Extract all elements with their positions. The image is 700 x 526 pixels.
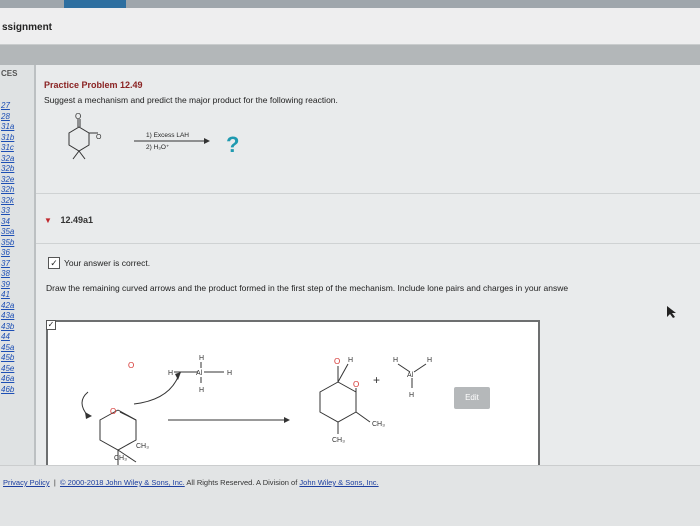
sidebar-item-35b[interactable]: 35b bbox=[1, 238, 14, 249]
sidebar-item-34[interactable]: 34 bbox=[1, 217, 14, 228]
sidebar-item-43b[interactable]: 43b bbox=[1, 322, 14, 333]
alh3-h-right: H bbox=[427, 357, 432, 364]
edit-button[interactable]: Edit bbox=[454, 387, 490, 409]
instructions-text: Draw the remaining curved arrows and the… bbox=[46, 283, 569, 293]
reagent-2: 2) H₃O⁺ bbox=[146, 144, 169, 151]
sidebar-item-32h[interactable]: 32h bbox=[1, 185, 14, 196]
product-ring-o: O bbox=[353, 380, 359, 389]
sidebar-item-44[interactable]: 44 bbox=[1, 332, 14, 343]
section-divider bbox=[36, 193, 700, 194]
sidebar-item-32a[interactable]: 32a bbox=[1, 154, 14, 165]
collapse-triangle-icon[interactable]: ▼ bbox=[44, 216, 52, 225]
reaction-scheme: O O 1) Excess LAH 2) H₃O⁺ ? bbox=[68, 112, 239, 160]
section-divider bbox=[36, 243, 700, 244]
company-link[interactable]: John Wiley & Sons, Inc. bbox=[299, 478, 378, 487]
alh3-h-bottom: H bbox=[409, 392, 414, 399]
product-o: O bbox=[334, 357, 340, 366]
ester-o: O bbox=[96, 134, 102, 141]
mouse-cursor-icon bbox=[667, 306, 676, 318]
unknown-product: ? bbox=[226, 132, 239, 157]
copyright-link[interactable]: © 2000-2018 John Wiley & Sons, Inc. bbox=[60, 478, 185, 487]
rights-text: All Rights Reserved. A Division of bbox=[186, 478, 298, 487]
correct-status: ✓ Your answer is correct. bbox=[48, 257, 150, 269]
assignment-title-bar: ssignment bbox=[0, 8, 700, 45]
sidebar-item-45a[interactable]: 45a bbox=[1, 343, 14, 354]
sidebar-item-33[interactable]: 33 bbox=[1, 206, 14, 217]
sidebar-item-31b[interactable]: 31b bbox=[1, 133, 14, 144]
canvas-corner-checkbox-icon[interactable]: ✓ bbox=[46, 320, 56, 330]
alh4-al: Al bbox=[196, 370, 203, 377]
problem-content: Practice Problem 12.49 Suggest a mechani… bbox=[36, 65, 700, 469]
sidebar-item-41[interactable]: 41 bbox=[1, 290, 14, 301]
sidebar-item-32b[interactable]: 32b bbox=[1, 164, 14, 175]
product-ch3-b: CH₃ bbox=[332, 437, 345, 444]
sidebar-list: 27 28 31a 31b 31c 32a 32b 32e 32h 32k 33 34 35a 35b 36… bbox=[1, 101, 14, 395]
sidebar-item-45b[interactable]: 45b bbox=[1, 353, 14, 364]
sidebar-header: CES bbox=[1, 69, 18, 78]
left-o-minus: O bbox=[128, 361, 134, 370]
question-sidebar: CES 27 28 31a 31b 31c 32a 32b 32e 32h 32k 33 34 35a 3… bbox=[0, 65, 36, 465]
product-ch3-a: CH₃ bbox=[372, 421, 385, 428]
sidebar-item-31a[interactable]: 31a bbox=[1, 122, 14, 133]
sidebar-item-43a[interactable]: 43a bbox=[1, 311, 14, 322]
active-tab-indicator bbox=[64, 0, 126, 8]
sidebar-item-45e[interactable]: 45e bbox=[1, 364, 14, 375]
sidebar-item-27[interactable]: 27 bbox=[1, 101, 14, 112]
alh4-h-top: H bbox=[199, 355, 204, 362]
carbonyl-o: O bbox=[75, 112, 81, 121]
part-label: 12.49a1 bbox=[60, 215, 93, 225]
left-ch3-b: CH₃ bbox=[114, 455, 127, 462]
privacy-policy-link[interactable]: Privacy Policy bbox=[3, 478, 50, 487]
left-ch3-a: CH₃ bbox=[136, 443, 149, 450]
sidebar-item-46a[interactable]: 46a bbox=[1, 374, 14, 385]
plus-sign: + bbox=[373, 373, 380, 387]
checkmark-icon: ✓ bbox=[48, 257, 60, 269]
assignment-title: ssignment bbox=[2, 22, 53, 33]
reagent-1: 1) Excess LAH bbox=[146, 132, 189, 139]
sidebar-item-31c[interactable]: 31c bbox=[1, 143, 14, 154]
correct-text: Your answer is correct. bbox=[64, 258, 151, 268]
alh4-h-bottom: H bbox=[199, 387, 204, 394]
sidebar-item-32e[interactable]: 32e bbox=[1, 175, 14, 186]
sidebar-item-35a[interactable]: 35a bbox=[1, 227, 14, 238]
alh4-h-right: H bbox=[227, 370, 232, 377]
sidebar-item-42a[interactable]: 42a bbox=[1, 301, 14, 312]
sidebar-item-28[interactable]: 28 bbox=[1, 112, 14, 123]
sidebar-item-46b[interactable]: 46b bbox=[1, 385, 14, 396]
sidebar-item-37[interactable]: 37 bbox=[1, 259, 14, 270]
sidebar-item-38[interactable]: 38 bbox=[1, 269, 14, 280]
alh3-al: Al bbox=[407, 372, 414, 379]
footer-separator: | bbox=[53, 478, 56, 487]
sidebar-item-32k[interactable]: 32k bbox=[1, 196, 14, 207]
footer-text: Privacy Policy | © 2000-2018 John Wiley … bbox=[3, 478, 379, 487]
left-alkoxide-o: O bbox=[110, 407, 116, 416]
toolbar-band bbox=[0, 45, 700, 65]
page-footer: Privacy Policy | © 2000-2018 John Wiley … bbox=[0, 465, 700, 526]
part-header[interactable]: ▼ 12.49a1 bbox=[44, 215, 93, 225]
alh3-h-left: H bbox=[393, 357, 398, 364]
sidebar-item-39[interactable]: 39 bbox=[1, 280, 14, 291]
problem-prompt: Suggest a mechanism and predict the majo… bbox=[44, 95, 338, 105]
product-h: H bbox=[348, 357, 353, 364]
problem-title: Practice Problem 12.49 bbox=[44, 80, 143, 90]
sidebar-item-36[interactable]: 36 bbox=[1, 248, 14, 259]
alh4-h-left: H bbox=[168, 370, 173, 377]
